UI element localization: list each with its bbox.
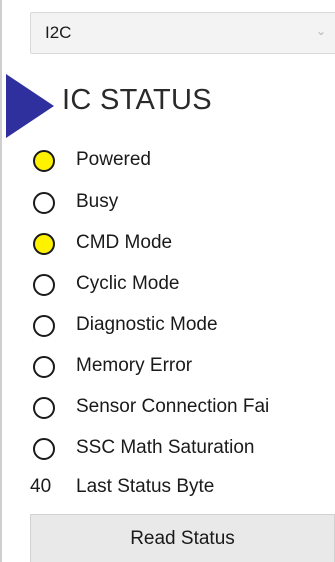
status-row-sensor-connection: Sensor Connection Fai [30, 391, 335, 423]
status-label: Diagnostic Mode [76, 314, 218, 335]
status-label: CMD Mode [76, 232, 173, 253]
status-row-diagnostic-mode: Diagnostic Mode [30, 309, 335, 341]
status-led-icon [33, 315, 55, 337]
left-divider [0, 0, 2, 562]
status-led-icon [33, 192, 55, 214]
status-label: Cyclic Mode [76, 273, 180, 294]
interface-select-value: I2C [45, 23, 72, 42]
section-pointer-icon [6, 74, 54, 138]
status-row-cyclic-mode: Cyclic Mode [30, 268, 335, 300]
status-label: Sensor Connection Fai [76, 396, 270, 417]
status-row-ssc-math-saturation: SSC Math Saturation [30, 432, 335, 464]
chevron-down-icon: ⌄ [316, 24, 327, 38]
last-status-byte-label: Last Status Byte [76, 476, 215, 497]
status-row-cmd-mode: CMD Mode [30, 227, 335, 259]
status-led-icon [33, 397, 55, 419]
last-status-byte-value: 40 [30, 476, 52, 497]
status-label: Memory Error [76, 355, 193, 376]
interface-select[interactable]: I2C ⌄ [30, 12, 335, 54]
read-status-button[interactable]: Read Status [30, 514, 335, 562]
status-label: Busy [76, 191, 119, 212]
section-title: IC STATUS [62, 84, 212, 116]
status-led-icon [33, 274, 55, 296]
status-label: SSC Math Saturation [76, 437, 255, 458]
status-row-powered: Powered [30, 144, 335, 176]
status-led-icon [33, 356, 55, 378]
status-led-icon [33, 438, 55, 460]
status-led-icon [33, 233, 55, 255]
status-row-memory-error: Memory Error [30, 350, 335, 382]
status-row-busy: Busy [30, 186, 335, 218]
last-status-byte-row: 40 Last Status Byte [30, 471, 335, 503]
status-label: Powered [76, 149, 151, 170]
status-led-icon [33, 150, 55, 172]
